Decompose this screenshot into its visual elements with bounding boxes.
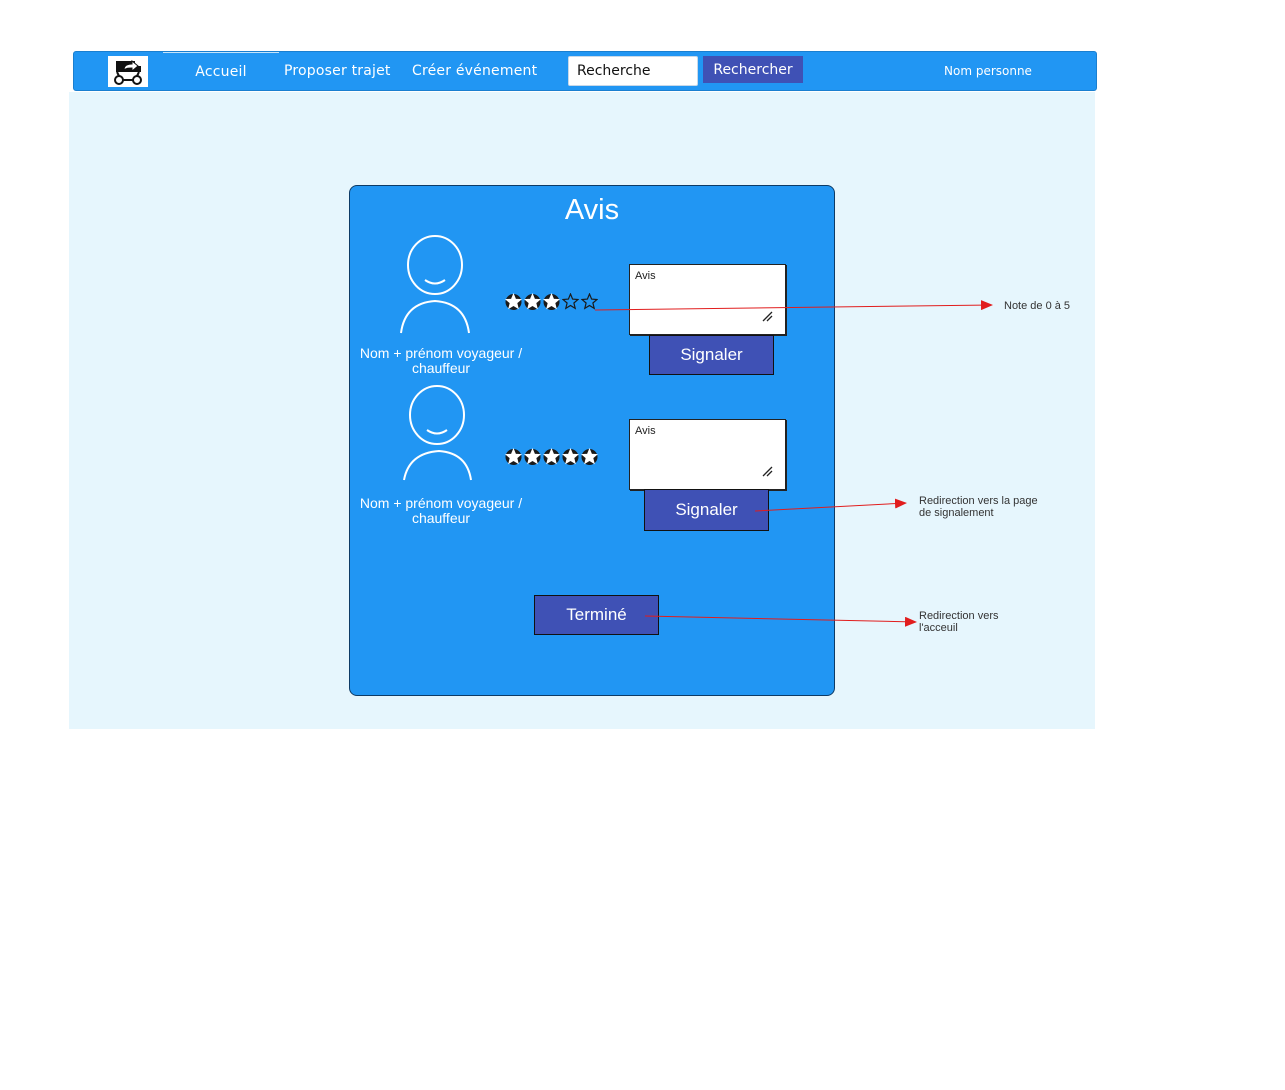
- user-name-link[interactable]: Nom personne: [944, 52, 1032, 90]
- person-name-line: Nom + prénom voyageur /: [359, 345, 523, 361]
- app-logo[interactable]: [108, 56, 148, 87]
- review-textarea[interactable]: Avis: [629, 419, 786, 490]
- star-filled-icon[interactable]: [505, 293, 522, 310]
- search-input[interactable]: [568, 56, 698, 86]
- star-filled-icon[interactable]: [505, 448, 522, 465]
- nav-home[interactable]: Accueil: [163, 52, 279, 90]
- star-rating[interactable]: [505, 293, 598, 310]
- review-textarea-label: Avis: [635, 270, 656, 282]
- resize-handle-icon[interactable]: [761, 310, 773, 322]
- person-name-line: chauffeur: [411, 360, 471, 376]
- search-button[interactable]: Rechercher: [703, 56, 803, 83]
- car-share-icon: [114, 59, 142, 85]
- person-name: Nom + prénom voyageur / chauffeur: [341, 346, 541, 376]
- user-avatar-icon: [400, 235, 470, 334]
- card-title: Avis: [564, 194, 620, 226]
- star-empty-icon[interactable]: [581, 293, 598, 310]
- top-navbar: Accueil Proposer trajet Créer événement …: [73, 51, 1097, 91]
- nav-propose-trip[interactable]: Proposer trajet: [284, 52, 391, 90]
- done-button[interactable]: Terminé: [534, 595, 659, 635]
- nav-create-event[interactable]: Créer événement: [412, 52, 537, 90]
- annotation-line: Redirection vers la page: [919, 495, 1038, 507]
- person-name-line: Nom + prénom voyageur /: [359, 495, 523, 511]
- review-textarea-label: Avis: [635, 425, 656, 437]
- person-name-line: chauffeur: [411, 510, 471, 526]
- star-rating[interactable]: [505, 448, 598, 465]
- resize-handle-icon[interactable]: [761, 465, 773, 477]
- report-button[interactable]: Signaler: [644, 489, 769, 531]
- annotation-report-note: Redirection vers la page de signalement: [919, 495, 1038, 519]
- report-button[interactable]: Signaler: [649, 335, 774, 375]
- star-filled-icon[interactable]: [524, 448, 541, 465]
- annotation-done-note: Redirection vers l'acceuil: [919, 610, 998, 634]
- star-empty-icon[interactable]: [562, 293, 579, 310]
- user-avatar-icon: [403, 385, 472, 481]
- review-textarea[interactable]: Avis: [629, 264, 786, 335]
- annotation-rating-note: Note de 0 à 5: [1004, 300, 1071, 312]
- star-filled-icon[interactable]: [543, 448, 560, 465]
- star-filled-icon[interactable]: [562, 448, 579, 465]
- star-filled-icon[interactable]: [543, 293, 560, 310]
- person-name: Nom + prénom voyageur / chauffeur: [341, 496, 541, 526]
- annotation-line: de signalement: [919, 507, 994, 519]
- review-card: Avis Nom + prénom voyageur / chauffeur A…: [349, 185, 835, 696]
- annotation-line: l'acceuil: [919, 622, 958, 634]
- star-filled-icon[interactable]: [581, 448, 598, 465]
- annotation-line: Redirection vers: [919, 610, 999, 622]
- star-filled-icon[interactable]: [524, 293, 541, 310]
